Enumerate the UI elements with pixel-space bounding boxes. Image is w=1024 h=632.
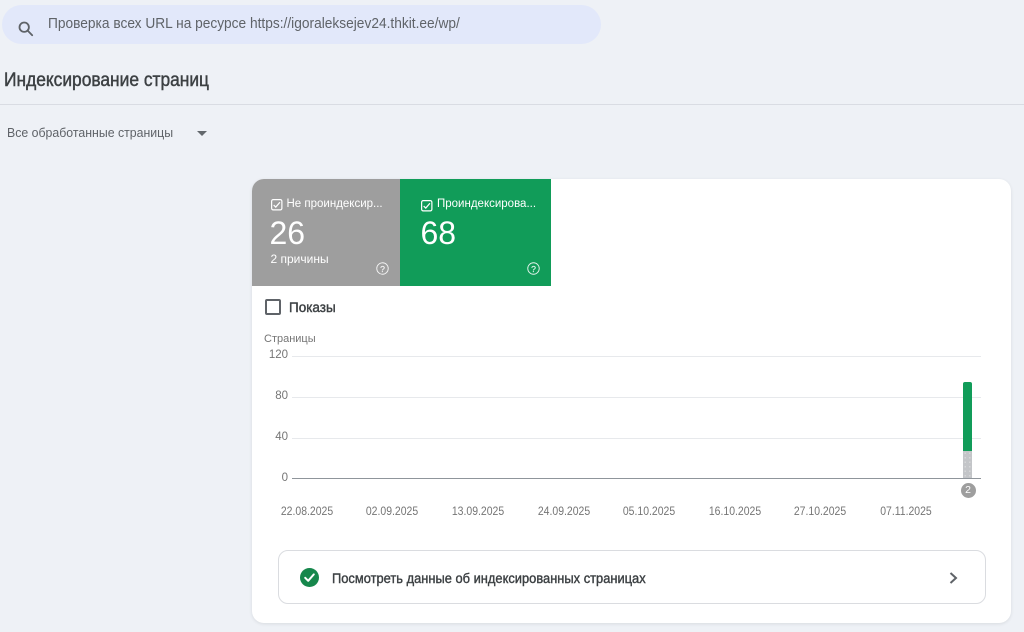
svg-text:?: ?	[531, 264, 536, 274]
svg-text:?: ?	[380, 264, 385, 274]
